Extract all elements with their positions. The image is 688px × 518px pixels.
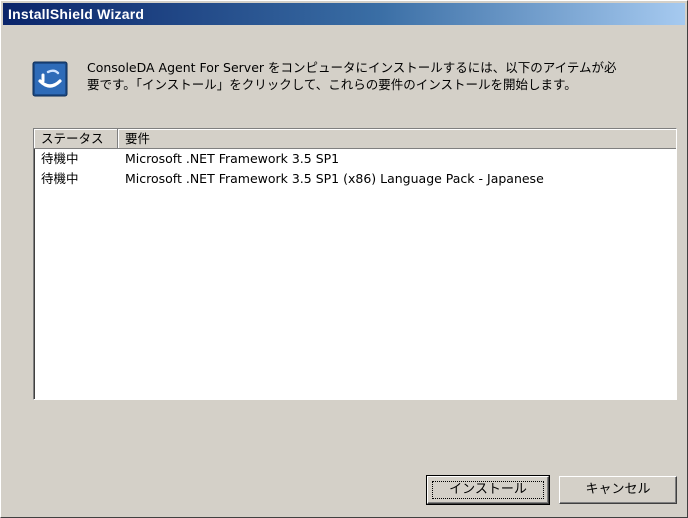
instruction-message: ConsoleDA Agent For Server をコンピュータにインストー… xyxy=(87,60,617,92)
installshield-wizard-window: InstallShield Wizard ConsoleDA Agent For… xyxy=(0,0,688,518)
install-button[interactable]: インストール xyxy=(426,475,550,505)
item-status: 待機中 xyxy=(41,151,79,166)
cancel-button[interactable]: キャンセル xyxy=(559,476,677,504)
installshield-icon xyxy=(32,61,68,97)
requirements-list[interactable]: ステータス 要件 待機中 Microsoft .NET Framework 3.… xyxy=(33,128,677,400)
window-title: InstallShield Wizard xyxy=(3,3,685,25)
column-header-requirement[interactable]: 要件 xyxy=(118,129,676,148)
cancel-button-label: キャンセル xyxy=(585,482,651,497)
list-item[interactable]: 待機中 Microsoft .NET Framework 3.5 SP1 xyxy=(34,149,676,169)
list-header: ステータス 要件 xyxy=(34,129,676,149)
item-requirement: Microsoft .NET Framework 3.5 SP1 (x86) L… xyxy=(125,171,544,186)
focus-rectangle xyxy=(432,481,544,499)
column-header-status[interactable]: ステータス xyxy=(34,129,118,148)
item-requirement: Microsoft .NET Framework 3.5 SP1 xyxy=(125,151,340,166)
list-item[interactable]: 待機中 Microsoft .NET Framework 3.5 SP1 (x8… xyxy=(34,169,676,189)
item-status: 待機中 xyxy=(41,171,79,186)
